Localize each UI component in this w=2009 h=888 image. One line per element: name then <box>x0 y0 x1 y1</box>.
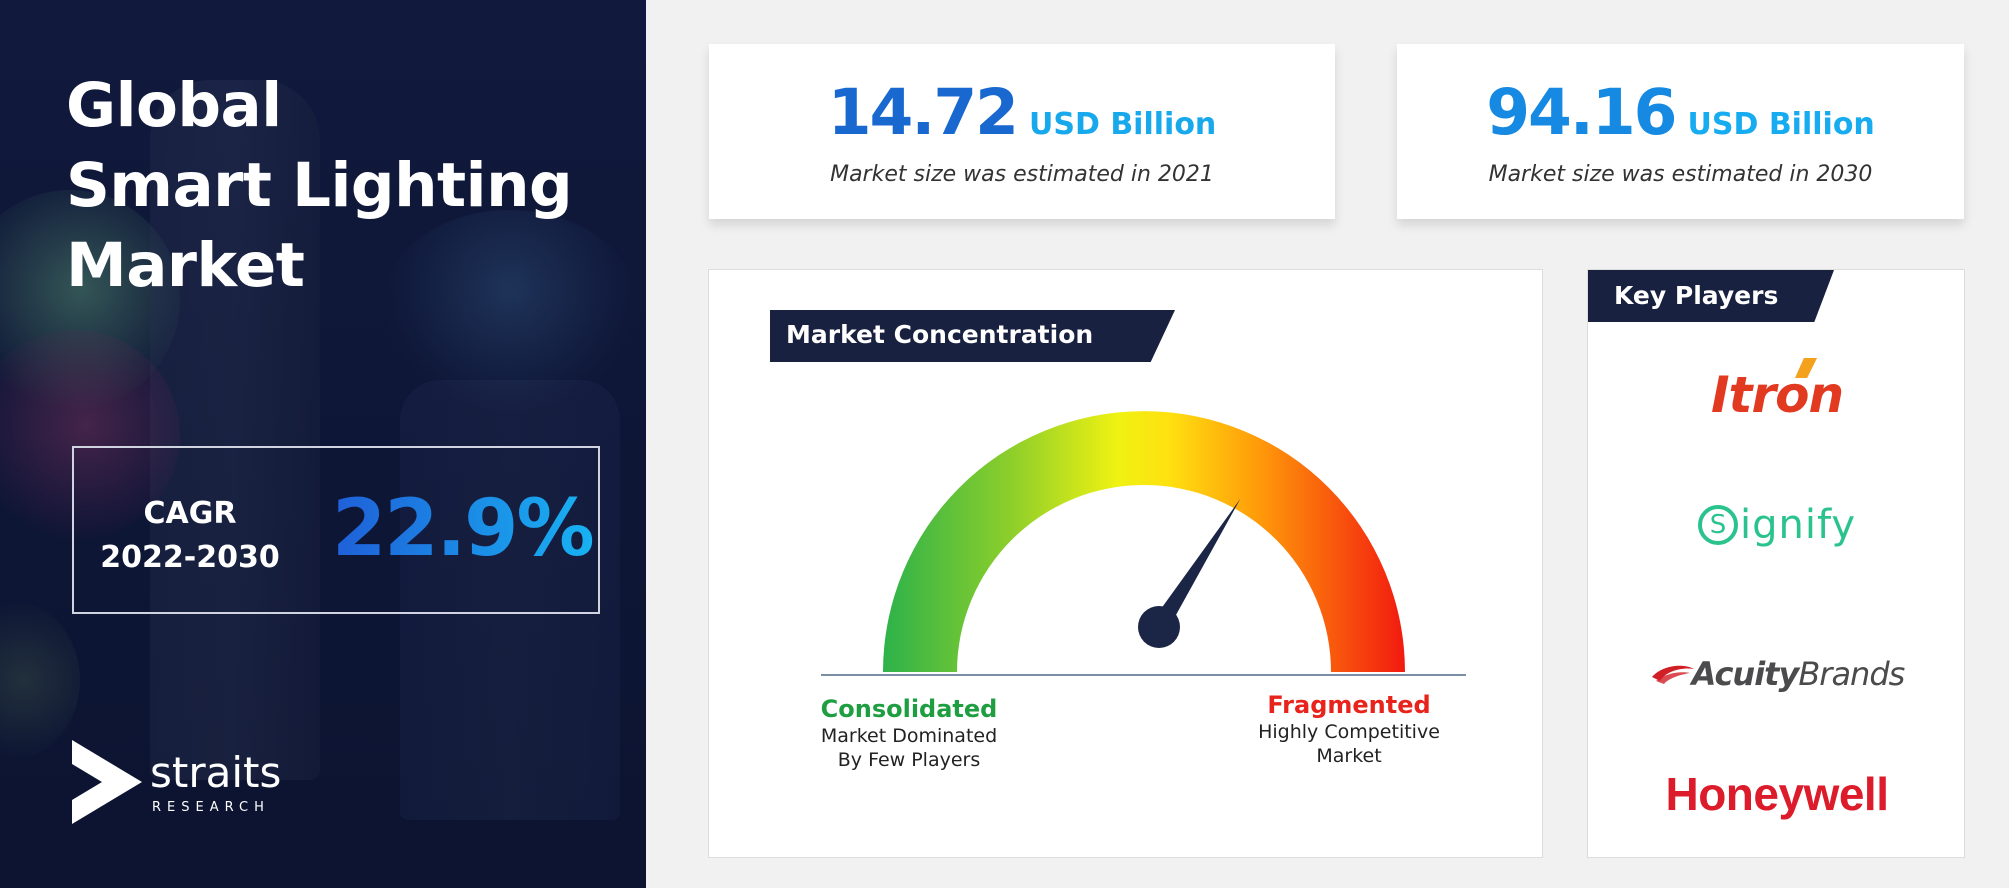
signify-logo: S ignify <box>1588 502 1966 548</box>
cagr-period: 2022-2030 <box>100 540 280 575</box>
stat-card-2030: 94.16 USD Billion Market size was estimat… <box>1397 44 1964 219</box>
brand-name: straits <box>150 748 282 797</box>
market-concentration-card: Market Concentration Consolidated Market… <box>708 269 1543 858</box>
consolidated-label: Consolidated Market Dominated By Few Pla… <box>809 694 1009 772</box>
consolidated-line2: By Few Players <box>837 749 981 771</box>
title-line: Market <box>66 230 305 301</box>
acuity-swoosh-icon <box>1651 665 1694 684</box>
signify-name: ignify <box>1739 502 1857 548</box>
acuity-name-light: Brands <box>1798 655 1905 693</box>
key-players-header: Key Players <box>1588 270 1834 322</box>
gauge-baseline <box>821 674 1466 676</box>
acuity-name: AcuityBrands <box>1691 655 1906 693</box>
title-line: Smart Lighting <box>66 150 573 221</box>
consolidated-title: Consolidated <box>820 695 998 723</box>
itron-logo: Itron <box>1588 358 1966 424</box>
stat-description: Market size was estimated in 2030 <box>1488 162 1873 187</box>
title-line: Global <box>66 70 282 141</box>
cagr-label: CAGR 2022-2030 <box>100 492 280 580</box>
cagr-label-line: CAGR <box>143 496 237 531</box>
page-title: Global Smart Lighting Market <box>66 66 586 306</box>
cagr-value: 22.9% <box>332 484 595 574</box>
itron-name: Itron <box>1710 366 1844 424</box>
consolidated-line1: Market Dominated <box>820 725 998 747</box>
cagr-box: CAGR 2022-2030 22.9% <box>72 446 600 614</box>
acuity-wordmark: AcuityBrands <box>1650 655 1905 693</box>
fragmented-label: Fragmented Highly Competitive Market <box>1249 690 1449 768</box>
straits-logo-icon <box>72 740 142 824</box>
stat-value: 94.16 <box>1486 76 1677 149</box>
signify-wordmark: S ignify <box>1697 502 1857 548</box>
itron-wordmark: Itron <box>1710 358 1844 424</box>
acuity-name-bold: Acuity <box>1691 655 1800 693</box>
gauge-hub <box>1138 606 1180 648</box>
stat-unit: USD Billion <box>1687 107 1875 142</box>
stat-value-line: 94.16 USD Billion <box>1397 76 1964 149</box>
stat-description: Market size was estimated in 2021 <box>830 162 1214 187</box>
fragmented-line1: Highly Competitive <box>1258 721 1440 743</box>
stat-value: 14.72 <box>827 76 1019 149</box>
key-players-card: Key Players Itron S ignify AcuityBrands … <box>1587 269 1965 858</box>
straits-research-logo: straits RESEARCH <box>72 740 312 826</box>
brand-subtitle: RESEARCH <box>152 800 270 815</box>
background-bulb-image <box>0 600 80 760</box>
honeywell-name: Honeywell <box>1665 768 1889 820</box>
stat-unit: USD Billion <box>1029 107 1217 142</box>
hero-panel: Global Smart Lighting Market CAGR 2022-2… <box>0 0 646 888</box>
honeywell-logo: Honeywell <box>1588 767 1966 821</box>
stat-card-2021: 14.72 USD Billion Market size was estimat… <box>709 44 1335 219</box>
fragmented-line2: Market <box>1316 745 1382 767</box>
stat-value-line: 14.72 USD Billion <box>709 76 1335 149</box>
fragmented-title: Fragmented <box>1267 691 1431 719</box>
acuity-brands-logo: AcuityBrands <box>1588 655 1966 693</box>
signify-s-ring-icon: S <box>1697 505 1738 545</box>
key-players-title: Key Players <box>1614 281 1779 310</box>
